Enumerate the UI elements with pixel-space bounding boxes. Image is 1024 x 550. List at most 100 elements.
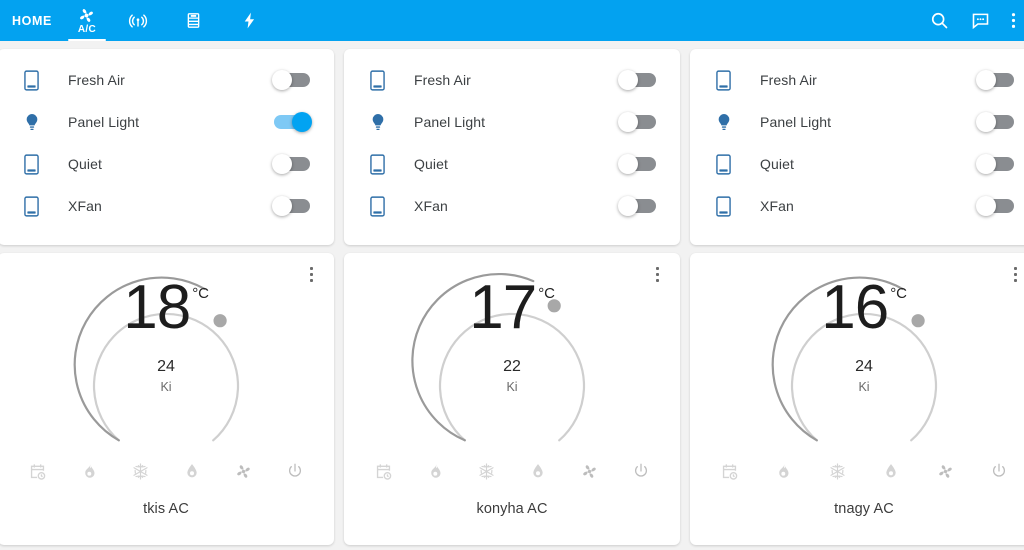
switch-row-panel-light[interactable]: Panel Light — [358, 101, 666, 143]
switch-row-xfan[interactable]: XFan — [358, 185, 666, 227]
switch-label: XFan — [52, 198, 274, 214]
flame-icon[interactable] — [422, 458, 448, 484]
switch-row-fresh-air[interactable]: Fresh Air — [12, 59, 320, 101]
switch-label: Quiet — [744, 156, 978, 172]
toggle-quiet[interactable] — [274, 157, 310, 171]
thermostat-card-row: 18 °C 24 Ki — [0, 253, 1024, 545]
target-temperature: 18 — [123, 279, 190, 338]
toggle-quiet[interactable] — [978, 157, 1014, 171]
tab-signal[interactable] — [110, 0, 166, 41]
snowflake-icon[interactable] — [473, 458, 499, 484]
thermostat-name: tnagy AC — [690, 501, 1024, 517]
switch-row-quiet[interactable]: Quiet — [704, 143, 1024, 185]
fan-icon[interactable] — [230, 458, 256, 484]
lightbulb-icon — [716, 112, 744, 133]
toggle-knob — [272, 196, 292, 216]
active-tab-indicator — [68, 39, 106, 42]
chat-bubble-icon[interactable] — [970, 10, 991, 31]
switch-row-panel-light[interactable]: Panel Light — [704, 101, 1024, 143]
thermostat-dial[interactable]: 17 °C 22 Ki — [344, 253, 680, 461]
switch-label: Panel Light — [52, 114, 274, 130]
toggle-panel-light[interactable] — [620, 115, 656, 129]
power-icon[interactable] — [282, 458, 308, 484]
column-3: Fresh Air Panel Light — [690, 49, 1024, 245]
flame-icon[interactable] — [76, 458, 102, 484]
toggle-knob — [618, 112, 638, 132]
switch-card-1: Fresh Air Panel Light — [0, 49, 334, 245]
tablet-icon — [24, 154, 52, 175]
switch-row-fresh-air[interactable]: Fresh Air — [358, 59, 666, 101]
toggle-panel-light[interactable] — [978, 115, 1014, 129]
flame-icon[interactable] — [770, 458, 796, 484]
server-icon — [184, 11, 203, 30]
thermostat-name: konyha AC — [344, 501, 680, 517]
toggle-knob — [976, 70, 996, 90]
toggle-knob — [976, 112, 996, 132]
switch-row-xfan[interactable]: XFan — [704, 185, 1024, 227]
switch-label: Quiet — [52, 156, 274, 172]
water-drop-icon[interactable] — [878, 458, 904, 484]
toggle-quiet[interactable] — [620, 157, 656, 171]
toggle-xfan[interactable] — [620, 199, 656, 213]
switch-row-xfan[interactable]: XFan — [12, 185, 320, 227]
toggle-xfan[interactable] — [978, 199, 1014, 213]
switch-row-quiet[interactable]: Quiet — [358, 143, 666, 185]
lightbulb-icon — [370, 112, 398, 133]
calendar-clock-icon[interactable] — [716, 458, 742, 484]
fan-icon[interactable] — [576, 458, 602, 484]
switch-row-fresh-air[interactable]: Fresh Air — [704, 59, 1024, 101]
water-drop-icon[interactable] — [525, 458, 551, 484]
tab-ac[interactable]: A/C — [64, 0, 110, 41]
toggle-xfan[interactable] — [274, 199, 310, 213]
tablet-icon — [716, 70, 744, 91]
water-drop-icon[interactable] — [179, 458, 205, 484]
lightbulb-icon — [24, 112, 52, 133]
fan-icon[interactable] — [932, 458, 958, 484]
switch-card-2: Fresh Air Panel Light — [344, 49, 680, 245]
secondary-value: 24 — [855, 358, 873, 376]
toggle-fresh-air[interactable] — [274, 73, 310, 87]
switch-label: Fresh Air — [52, 72, 274, 88]
thermostat-dial[interactable]: 16 °C 24 Ki — [690, 253, 1024, 461]
tab-home-label: HOME — [12, 14, 52, 28]
temperature-unit: °C — [890, 285, 906, 302]
tab-home[interactable]: HOME — [0, 0, 64, 41]
tab-energy[interactable] — [222, 0, 278, 41]
toggle-knob — [618, 70, 638, 90]
calendar-clock-icon[interactable] — [24, 458, 50, 484]
secondary-label: Ki — [858, 380, 869, 394]
search-icon[interactable] — [929, 10, 950, 31]
switch-label: Panel Light — [398, 114, 620, 130]
toggle-panel-light[interactable] — [274, 115, 310, 129]
tab-ac-label: A/C — [78, 24, 96, 35]
toggle-fresh-air[interactable] — [978, 73, 1014, 87]
calendar-clock-icon[interactable] — [370, 458, 396, 484]
power-icon[interactable] — [628, 458, 654, 484]
dial-readout: 17 °C 22 Ki — [344, 279, 680, 394]
tablet-icon — [370, 70, 398, 91]
switch-label: Panel Light — [744, 114, 978, 130]
more-vertical-icon[interactable] — [1011, 10, 1016, 31]
header-actions — [929, 0, 1024, 41]
snowflake-icon[interactable] — [824, 458, 850, 484]
app-header: HOME A/C — [0, 0, 1024, 41]
switch-row-quiet[interactable]: Quiet — [12, 143, 320, 185]
switch-label: Fresh Air — [744, 72, 978, 88]
thermostat-dial[interactable]: 18 °C 24 Ki — [0, 253, 334, 461]
switch-row-panel-light[interactable]: Panel Light — [12, 101, 320, 143]
tablet-icon — [716, 196, 744, 217]
secondary-label: Ki — [160, 380, 171, 394]
column-2: Fresh Air Panel Light — [344, 49, 680, 245]
header-nav: HOME A/C — [0, 0, 278, 41]
tab-devices[interactable] — [166, 0, 222, 41]
tablet-icon — [716, 154, 744, 175]
thermostat-card-konyha: 17 °C 22 Ki — [344, 253, 680, 545]
broadcast-icon — [128, 11, 148, 31]
toggle-fresh-air[interactable] — [620, 73, 656, 87]
power-icon[interactable] — [986, 458, 1012, 484]
target-temperature: 16 — [821, 279, 888, 338]
dial-readout: 18 °C 24 Ki — [0, 279, 334, 394]
secondary-label: Ki — [506, 380, 517, 394]
toggle-knob — [618, 154, 638, 174]
snowflake-icon[interactable] — [127, 458, 153, 484]
